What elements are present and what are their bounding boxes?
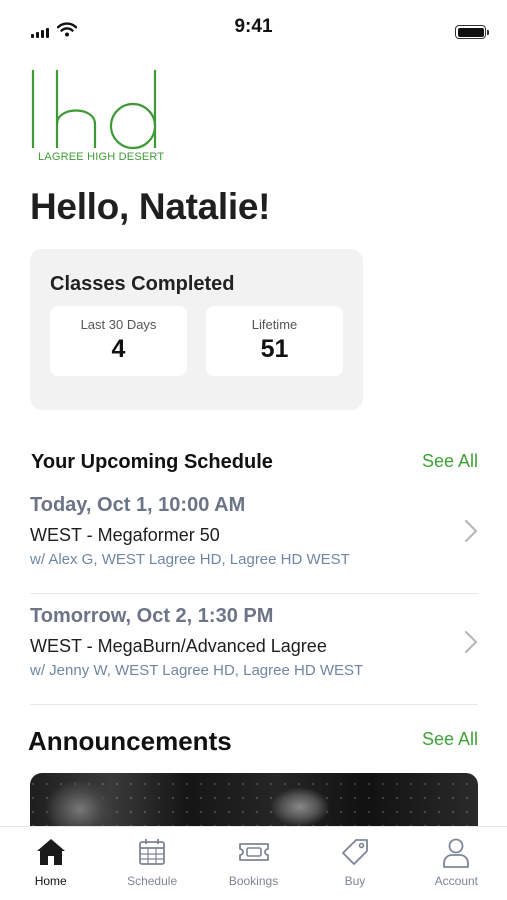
tab-label: Bookings: [228, 874, 279, 888]
battery-icon: [455, 25, 489, 39]
announcements-see-all-link[interactable]: See All: [422, 729, 478, 750]
tab-bookings[interactable]: Bookings: [203, 827, 304, 900]
schedule-item-details: w/ Jenny W, WEST Lagree HD, Lagree HD WE…: [30, 662, 364, 679]
bottom-tab-bar: Home Schedule Bookings Buy Account: [0, 826, 507, 900]
stat-lifetime: Lifetime 51: [206, 306, 343, 376]
schedule-item-class: WEST - MegaBurn/Advanced Lagree: [30, 636, 327, 656]
chevron-right-icon: [464, 630, 478, 654]
tab-label: Buy: [344, 874, 366, 888]
stat-value: 4: [111, 335, 126, 363]
tab-account[interactable]: Account: [406, 827, 507, 900]
schedule-item-date: Tomorrow, Oct 2, 1:30 PM: [30, 605, 274, 627]
tag-icon: [342, 839, 368, 865]
logo-subtitle: LAGREE HIGH DESERT: [38, 151, 165, 163]
schedule-item-date: Today, Oct 1, 10:00 AM: [30, 494, 246, 516]
stat-last-30-days: Last 30 Days 4: [50, 306, 187, 376]
greeting-heading: Hello, Natalie!: [30, 186, 271, 227]
person-icon: [443, 838, 470, 868]
chevron-right-icon: [464, 519, 478, 543]
tab-schedule[interactable]: Schedule: [101, 827, 202, 900]
classes-completed-title: Classes Completed: [50, 273, 235, 295]
stat-label: Lifetime: [251, 317, 298, 332]
tab-label: Account: [434, 874, 478, 888]
status-time: 9:41: [234, 16, 273, 37]
announcement-card-image[interactable]: [30, 773, 478, 833]
schedule-item-class: WEST - Megaformer 50: [30, 525, 220, 545]
stat-value: 51: [260, 335, 289, 363]
schedule-see-all-link[interactable]: See All: [422, 451, 478, 472]
schedule-item[interactable]: Tomorrow, Oct 2, 1:30 PM WEST - MegaBurn…: [30, 595, 478, 705]
calendar-icon: [139, 839, 166, 865]
schedule-section-title: Your Upcoming Schedule: [31, 451, 273, 473]
status-bar: 9:41: [0, 0, 507, 56]
classes-completed-card: Classes Completed Last 30 Days 4 Lifetim…: [30, 249, 363, 410]
announcements-section-title: Announcements: [28, 726, 232, 756]
schedule-item[interactable]: Today, Oct 1, 10:00 AM WEST - Megaformer…: [30, 484, 478, 594]
schedule-item-details: w/ Alex G, WEST Lagree HD, Lagree HD WES…: [30, 551, 350, 568]
tab-home[interactable]: Home: [0, 827, 101, 900]
tab-buy[interactable]: Buy: [304, 827, 405, 900]
tab-label: Schedule: [127, 874, 178, 888]
stat-label: Last 30 Days: [80, 317, 157, 332]
home-icon: [36, 839, 65, 865]
tab-label: Home: [34, 874, 67, 888]
ticket-icon: [238, 843, 269, 861]
